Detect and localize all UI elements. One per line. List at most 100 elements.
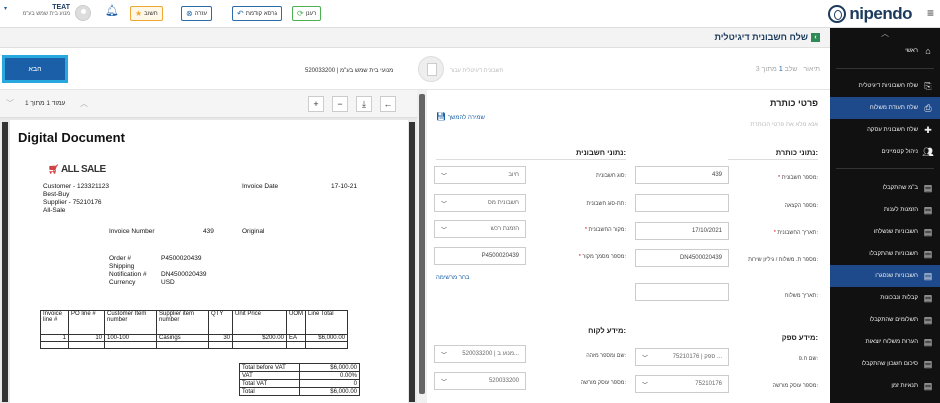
sidebar-item-outgoing-notes[interactable]: ▤ הערות משלוח יוצאות	[830, 331, 940, 353]
next-button[interactable]: הבא	[2, 55, 68, 83]
header-data-section: נתוני כותרת:	[728, 148, 818, 160]
chevron-up-icon[interactable]: ︿	[80, 98, 88, 109]
customer-dealer-select[interactable]: ﹀ 520033200	[434, 372, 526, 390]
help-button[interactable]: ⊗ עזרה	[181, 6, 212, 21]
sidebar-item-label: ב"מ שהתקבלו	[882, 185, 918, 191]
invoice-date-input[interactable]: 17/10/2021	[635, 222, 729, 240]
sidebar-item-payments[interactable]: ▤ תשלומים שהתקבלו	[830, 309, 940, 331]
supplier-dealer-select[interactable]: ﹀ 75210176	[635, 375, 729, 393]
orders-icon: ▤	[923, 204, 933, 215]
user-menu[interactable]: TEAT מנוע בית שמש בע"מ	[10, 4, 70, 17]
customer-name-select[interactable]: ﹀ 520033200 | מנוע ב...	[434, 345, 526, 363]
sidebar-item-sent-invoices[interactable]: ▤ חשבוניות שנשלחו	[830, 221, 940, 243]
sidebar-divider	[836, 68, 934, 69]
ship-date-input[interactable]	[635, 283, 729, 301]
viewer-scrollbar-left[interactable]	[2, 122, 8, 402]
save-for-later-link[interactable]: 💾︎ שמירה להמשך	[436, 112, 485, 121]
sidebar-item-summary[interactable]: ▤ סיכום חשבון שהתקבלו	[830, 353, 940, 375]
sidebar-item-label: חשבוניות שנשלחו	[873, 229, 918, 235]
sidebar-item-received-invoices[interactable]: ▤ חשבוניות שהתקבלו	[830, 243, 940, 265]
sidebar-item-delivery-note[interactable]: ⎙ שלח תעודת משלוח	[830, 97, 940, 119]
supplier-name-select[interactable]: ﹀ 75210176 | ספק ...	[635, 348, 729, 366]
invoice-number-input[interactable]: 439	[635, 166, 729, 184]
chevron-down-icon[interactable]: ﹀	[6, 98, 14, 109]
sidebar-item-label: תשלומים שהתקבלו	[869, 317, 918, 323]
bell-icon[interactable]: 🔔︎	[105, 4, 119, 17]
closed-invoices-icon: ▤	[923, 270, 933, 281]
chevron-down-icon: ﹀	[642, 355, 649, 362]
table-cell: 10	[68, 334, 105, 342]
receipts-icon: ▤	[923, 292, 933, 303]
totals-value: 0.00%	[299, 371, 360, 380]
important-button[interactable]: ★ חשוב	[130, 6, 163, 21]
chevron-down-icon: ﹀	[441, 352, 448, 359]
nipendo-logo[interactable]: nipendo	[828, 4, 912, 24]
digital-invoice-for-text: חשבונית דיגיטלית עבור	[450, 68, 504, 74]
page-header: ‹ שלח חשבונית דיגיטלית	[0, 28, 830, 48]
order-label: Order #	[109, 255, 132, 262]
send-digital-icon: ⎘	[924, 80, 932, 91]
chevron-down-icon: ﹀	[441, 173, 448, 180]
menu-icon[interactable]: ≡	[927, 6, 934, 20]
chevron-down-icon[interactable]: ▾	[4, 5, 7, 12]
sidebar-item-home[interactable]: ⌂ ראשי	[830, 40, 940, 62]
invoice-date-value: 17-10-21	[331, 183, 358, 190]
save-for-later-label: שמירה להמשך	[447, 115, 485, 121]
column-header: QTY	[208, 310, 233, 335]
supplier-dealer-value: 75210176	[695, 381, 722, 387]
source-doc-number-label: * מספר מסמך מקור:	[578, 254, 626, 260]
sidebar-item-orders[interactable]: ▤ הזמנות לענות	[830, 199, 940, 221]
table-row: 1 10 100-100 Casings 30 $200.00 EA $6,00…	[40, 334, 348, 342]
sidebar-item-send-digital[interactable]: ⎘ שלח חשבוניות דיגיטלית	[830, 75, 940, 97]
sidebar-item-closed-invoices[interactable]: ▤ חשבוניות שנסגרו	[830, 265, 940, 287]
sidebar-item-receipts[interactable]: ▤ קבלות ונבכונות	[830, 287, 940, 309]
form-title: פרטי כותרת	[770, 98, 818, 108]
sidebar-item-doc-received[interactable]: ▤ ב"מ שהתקבלו	[830, 177, 940, 199]
sidebar-item-label: שלח חשבונית עסקה	[867, 127, 918, 133]
logo-mark-icon	[828, 5, 847, 23]
page-info: עמוד 1 מתוך 1	[25, 100, 66, 107]
scrollbar-thumb[interactable]	[419, 94, 425, 394]
sidebar-item-label: תנאיות זמן	[891, 383, 918, 389]
totals-row: VAT 0.00%	[239, 371, 360, 380]
panel-scrollbar[interactable]	[417, 90, 427, 403]
download-button[interactable]: ⤓	[356, 96, 372, 112]
invoice-number-value: 439	[203, 228, 214, 235]
avatar[interactable]	[75, 5, 91, 21]
chevron-up-icon[interactable]: ︿	[830, 28, 940, 40]
document-page: Digital Document 🛒︎ ALL SALE Customer - …	[10, 120, 408, 403]
invoice-type-select[interactable]: ﹀ חיוב	[434, 166, 526, 184]
download-icon: ⤓	[362, 98, 366, 109]
step-prefix: תיאור	[803, 66, 820, 73]
pick-from-list-link[interactable]: בחר מרשימה	[436, 275, 469, 281]
previous-version-button[interactable]: ↶ גרסא קודמת	[232, 6, 283, 21]
invoice-source-select[interactable]: ﹀ הזמנת רכש	[434, 220, 526, 238]
invoice-source-label: * מקור החשבונית:	[584, 227, 626, 233]
line-items-table: Invoice line # PO line # Customer Item n…	[40, 310, 348, 349]
sidebar-item-time-terms[interactable]: ▤ תנאיות זמן	[830, 375, 940, 397]
sidebar-item-pro-invoice[interactable]: ✚ שלח חשבונית עסקה	[830, 119, 940, 141]
step-label: שלב	[784, 66, 798, 73]
user-company: מנוע בית שמש בע"מ	[22, 11, 70, 17]
invoice-subtype-select[interactable]: ﹀ חשבונית מס	[434, 194, 526, 212]
source-doc-number-input[interactable]: P4500020439	[434, 247, 526, 265]
delivery-number-input[interactable]: DN4500020439	[635, 249, 729, 267]
totals-label: Total	[239, 387, 300, 396]
order-value: P4500020439	[161, 255, 202, 262]
sidebar-item-users[interactable]: 👥︎ ניהול קטמיינים	[830, 141, 940, 163]
chevron-left-icon[interactable]: ‹	[811, 32, 820, 42]
back-button[interactable]: ←	[380, 96, 396, 112]
customer-dealer-label: מספר עוסק מורשה:	[580, 380, 626, 386]
viewer-scrollbar-right[interactable]	[409, 122, 415, 402]
doc-received-icon: ▤	[923, 182, 933, 193]
refresh-button[interactable]: ⟳ רענן	[292, 6, 322, 21]
sidebar-item-label: שלח חשבוניות דיגיטלית	[858, 83, 918, 89]
zoom-in-button[interactable]: +	[308, 96, 324, 112]
po-number-input[interactable]	[635, 194, 729, 212]
step-current: 1	[778, 66, 783, 73]
totals-row: Total $6,000.00	[239, 387, 360, 396]
table-cell: EA	[286, 334, 306, 342]
invoice-type-label: סוג חשבונית:	[595, 173, 626, 179]
zoom-out-button[interactable]: −	[332, 96, 348, 112]
company-id: 520033200 | מנועי בית שמש בע"מ	[305, 68, 394, 74]
